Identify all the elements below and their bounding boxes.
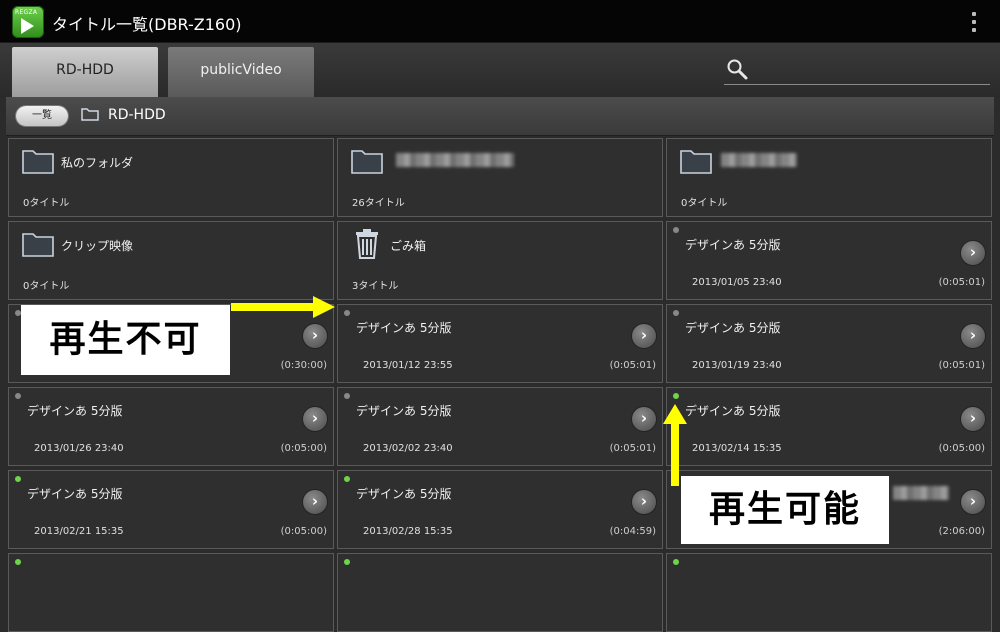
tab-rd-hdd[interactable]: RD-HDD bbox=[12, 47, 158, 97]
title-date: 2013/01/19 23:40 bbox=[692, 360, 782, 371]
status-dot bbox=[15, 393, 21, 399]
title-duration: (0:05:01) bbox=[938, 277, 985, 288]
title-bar: REGZA タイトル一覧(DBR-Z160) bbox=[0, 0, 1000, 43]
chevron-right-icon[interactable]: › bbox=[303, 324, 327, 348]
status-dot bbox=[344, 393, 350, 399]
title-duration: (0:05:01) bbox=[609, 360, 656, 371]
search-box[interactable] bbox=[724, 56, 990, 85]
redacted-folder-name bbox=[721, 153, 797, 167]
status-dot-playable bbox=[344, 476, 350, 482]
chevron-right-icon[interactable]: › bbox=[961, 407, 985, 431]
folder-icon bbox=[81, 108, 99, 121]
redacted-title-name bbox=[893, 486, 949, 500]
status-dot-playable bbox=[344, 559, 350, 565]
folder-icon bbox=[22, 150, 54, 174]
folder-count: 3タイトル bbox=[352, 281, 399, 292]
regza-app-icon: REGZA bbox=[12, 6, 44, 38]
folder-count: 0タイトル bbox=[23, 198, 70, 209]
title-date: 2013/01/05 23:40 bbox=[692, 277, 782, 288]
overflow-menu-icon[interactable] bbox=[968, 12, 980, 32]
folder-count: 26タイトル bbox=[352, 198, 405, 209]
list-button[interactable]: 一覧 bbox=[16, 106, 68, 126]
trash-icon bbox=[356, 229, 378, 259]
status-dot-playable bbox=[15, 476, 21, 482]
chevron-right-icon[interactable]: › bbox=[632, 324, 656, 348]
title-tile[interactable]: デザインあ 5分版 2013/01/19 23:40 (0:05:01) › bbox=[666, 304, 992, 383]
chevron-right-icon[interactable]: › bbox=[961, 241, 985, 265]
app-title: タイトル一覧(DBR-Z160) bbox=[52, 15, 242, 34]
chevron-right-icon[interactable]: › bbox=[961, 490, 985, 514]
folder-name: 私のフォルダ bbox=[61, 156, 134, 170]
title-name: デザインあ 5分版 bbox=[685, 238, 781, 252]
title-tile[interactable]: デザインあ 5分版 2013/01/05 23:40 (0:05:01) › bbox=[666, 221, 992, 300]
status-dot-playable bbox=[673, 559, 679, 565]
title-duration: (0:05:00) bbox=[280, 443, 327, 454]
title-duration: (0:04:59) bbox=[609, 526, 656, 537]
title-date: 2013/01/26 23:40 bbox=[34, 443, 124, 454]
arrow-up-icon bbox=[663, 404, 687, 486]
title-tile[interactable]: デザインあ 5分版 2013/02/14 15:35 (0:05:00) › bbox=[666, 387, 992, 466]
title-tile[interactable]: デザインあ 5分版 2013/02/28 15:35 (0:04:59) › bbox=[337, 470, 663, 549]
status-dot bbox=[344, 310, 350, 316]
title-duration: (0:05:01) bbox=[938, 360, 985, 371]
folder-icon bbox=[680, 150, 712, 174]
title-duration: (0:05:00) bbox=[280, 526, 327, 537]
title-date: 2013/01/12 23:55 bbox=[363, 360, 453, 371]
title-name: デザインあ 5分版 bbox=[685, 321, 781, 335]
title-tile[interactable]: デザインあ 5分版 2013/02/02 23:40 (0:05:01) › bbox=[337, 387, 663, 466]
title-duration: (0:30:00) bbox=[280, 360, 327, 371]
folder-icon bbox=[22, 233, 54, 257]
chevron-right-icon[interactable]: › bbox=[303, 490, 327, 514]
search-input[interactable] bbox=[754, 58, 988, 82]
tab-public-video[interactable]: publicVideo bbox=[168, 47, 314, 97]
title-tile[interactable]: デザインあ 5分版 2013/02/21 15:35 (0:05:00) › bbox=[8, 470, 334, 549]
title-name: デザインあ 5分版 bbox=[356, 404, 452, 418]
title-tile[interactable]: デザインあ 5分版 2013/01/26 23:40 (0:05:00) › bbox=[8, 387, 334, 466]
title-duration: (0:05:00) bbox=[938, 443, 985, 454]
title-name: デザインあ 5分版 bbox=[27, 487, 123, 501]
search-icon[interactable] bbox=[726, 58, 748, 80]
folder-icon bbox=[351, 150, 383, 174]
chevron-right-icon[interactable]: › bbox=[632, 490, 656, 514]
status-dot-playable bbox=[673, 393, 679, 399]
folder-name: ごみ箱 bbox=[390, 239, 427, 253]
title-name: デザインあ 5分版 bbox=[356, 487, 452, 501]
chevron-right-icon[interactable]: › bbox=[303, 407, 327, 431]
folder-tile[interactable]: クリップ映像 0タイトル bbox=[8, 221, 334, 300]
folder-count: 0タイトル bbox=[23, 281, 70, 292]
arrow-right-icon bbox=[231, 296, 335, 318]
status-dot bbox=[673, 227, 679, 233]
title-duration: (0:05:01) bbox=[609, 443, 656, 454]
play-icon bbox=[21, 18, 34, 34]
folder-count: 0タイトル bbox=[681, 198, 728, 209]
title-name: デザインあ 5分版 bbox=[27, 404, 123, 418]
status-dot-playable bbox=[15, 559, 21, 565]
title-date: 2013/02/14 15:35 bbox=[692, 443, 782, 454]
title-tile[interactable]: デザインあ 5分版 2013/01/12 23:55 (0:05:01) › bbox=[337, 304, 663, 383]
title-name: デザインあ 5分版 bbox=[356, 321, 452, 335]
breadcrumb-current: RD-HDD bbox=[108, 107, 166, 123]
status-dot bbox=[673, 310, 679, 316]
chevron-right-icon[interactable]: › bbox=[632, 407, 656, 431]
folder-tile[interactable]: 0タイトル bbox=[666, 138, 992, 217]
app-brand-label: REGZA bbox=[15, 9, 38, 16]
title-date: 2013/02/21 15:35 bbox=[34, 526, 124, 537]
title-date: 2013/02/02 23:40 bbox=[363, 443, 453, 454]
callout-playable: 再生可能 bbox=[681, 476, 889, 544]
title-duration: (2:06:00) bbox=[938, 526, 985, 537]
folder-name: クリップ映像 bbox=[61, 239, 134, 253]
chevron-right-icon[interactable]: › bbox=[961, 324, 985, 348]
breadcrumb: 一覧 RD-HDD bbox=[6, 97, 994, 136]
title-name: デザインあ 5分版 bbox=[685, 404, 781, 418]
folder-tile[interactable]: 26タイトル bbox=[337, 138, 663, 217]
trash-tile[interactable]: ごみ箱 3タイトル bbox=[337, 221, 663, 300]
callout-not-playable: 再生不可 bbox=[21, 305, 230, 375]
redacted-folder-name bbox=[396, 153, 514, 167]
title-date: 2013/02/28 15:35 bbox=[363, 526, 453, 537]
title-tile[interactable] bbox=[8, 553, 334, 632]
title-tile[interactable] bbox=[337, 553, 663, 632]
title-tile[interactable] bbox=[666, 553, 992, 632]
folder-tile[interactable]: 私のフォルダ 0タイトル bbox=[8, 138, 334, 217]
